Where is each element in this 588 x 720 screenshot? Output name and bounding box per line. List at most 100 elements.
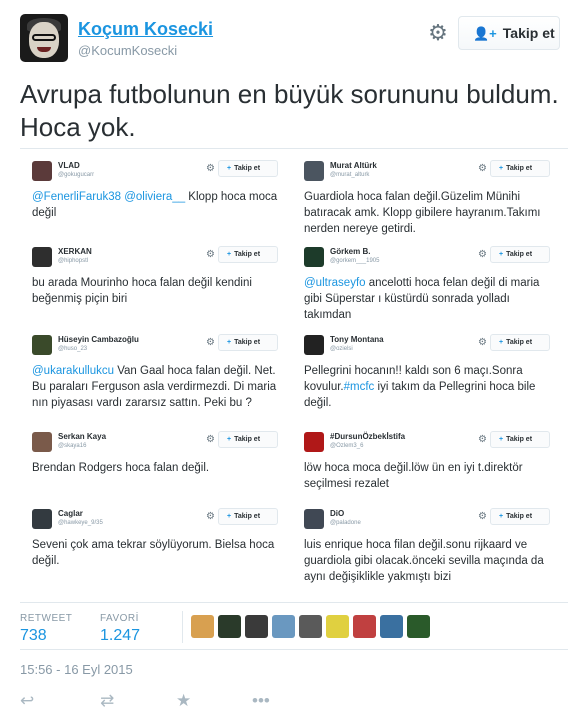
embedded-screen-name[interactable]: @paladone <box>330 520 361 526</box>
embedded-screen-name[interactable]: @gokugucarr <box>58 172 94 178</box>
embedded-avatar[interactable] <box>32 509 52 529</box>
tweet-header: Koçum Kosecki @KocumKosecki ⚙ 👤+ Takip et <box>20 14 568 66</box>
gear-icon[interactable]: ⚙ <box>478 337 487 348</box>
embedded-tweets-image[interactable]: VLAD @gokugucarr ⚙ + Takip et @FenerliFaruk38… <box>20 148 568 594</box>
embedded-name[interactable]: Tony Montana <box>330 335 384 344</box>
gear-icon[interactable]: ⚙ <box>478 511 487 522</box>
embedded-follow-button[interactable]: + Takip et <box>490 508 550 525</box>
follow-button-label: Takip et <box>502 25 555 41</box>
embedded-tweet[interactable]: XERKAN @hiphopstl ⚙ + Takip et bu arada Mouri… <box>20 246 282 329</box>
embedded-tweet[interactable]: Caglar @hawkeye_9/35 ⚙ + Takip et Seveni çok … <box>20 508 282 591</box>
embedded-follow-label: Takip et <box>234 513 261 520</box>
embedded-screen-name[interactable]: @ozielsi <box>330 346 353 352</box>
embedded-avatar[interactable] <box>304 161 324 181</box>
embedded-tweet[interactable]: Murat Altürk @murat_alturk ⚙ + Takip et Guard… <box>292 160 554 243</box>
embedded-tweet-body: löw hoca moca değil.löw ün en iyi t.dire… <box>304 462 523 490</box>
user-screen-name[interactable]: @KocumKosecki <box>78 43 177 58</box>
embedded-name[interactable]: Hüseyin Cambazoğlu <box>58 335 139 344</box>
embedded-name[interactable]: Serkan Kaya <box>58 432 106 441</box>
embedded-tweet[interactable]: Tony Montana @ozielsi ⚙ + Takip et Pellegrini… <box>292 334 554 417</box>
embedded-tweet[interactable]: #DursunÖzbekİstifa @Ozlem3_6 ⚙ + Takip et löw… <box>292 431 554 514</box>
embedded-follow-button[interactable]: + Takip et <box>218 508 278 525</box>
mention-link[interactable]: @FenerliFaruk38 @oliviera__ <box>32 191 185 203</box>
embedded-screen-name[interactable]: @hawkeye_9/35 <box>58 520 103 526</box>
embedded-follow-button[interactable]: + Takip et <box>218 431 278 448</box>
user-display-name[interactable]: Koçum Kosecki <box>78 19 213 40</box>
embedded-follow-button[interactable]: + Takip et <box>218 246 278 263</box>
embedded-avatar[interactable] <box>32 247 52 267</box>
embedded-avatar[interactable] <box>32 432 52 452</box>
stats-divider <box>182 611 183 643</box>
embedded-follow-button[interactable]: + Takip et <box>490 334 550 351</box>
favoriter-avatar[interactable] <box>326 615 349 638</box>
embedded-tweet[interactable]: DiO @paladone ⚙ + Takip et luis enrique hoca … <box>292 508 554 591</box>
reply-icon[interactable]: ↩ <box>20 690 34 712</box>
favoriter-avatar[interactable] <box>191 615 214 638</box>
follow-button[interactable]: 👤+ Takip et <box>458 16 560 50</box>
embedded-tweet[interactable]: VLAD @gokugucarr ⚙ + Takip et @FenerliFaruk38… <box>20 160 282 243</box>
favoriter-avatar[interactable] <box>218 615 241 638</box>
embedded-name[interactable]: #DursunÖzbekİstifa <box>330 432 405 441</box>
embedded-name[interactable]: Caglar <box>58 509 83 518</box>
embedded-name[interactable]: Görkem B. <box>330 247 370 256</box>
embedded-tweet[interactable]: Hüseyin Cambazoğlu @huso_23 ⚙ + Takip et @uka… <box>20 334 282 417</box>
embedded-avatar[interactable] <box>32 161 52 181</box>
embedded-follow-button[interactable]: + Takip et <box>490 431 550 448</box>
embedded-follow-button[interactable]: + Takip et <box>490 246 550 263</box>
embedded-avatar[interactable] <box>304 247 324 267</box>
embedded-follow-button[interactable]: + Takip et <box>218 334 278 351</box>
gear-icon[interactable]: ⚙ <box>427 22 449 44</box>
favoriter-avatar[interactable] <box>407 615 430 638</box>
embedded-name[interactable]: Murat Altürk <box>330 161 377 170</box>
embedded-avatar[interactable] <box>304 432 324 452</box>
embedded-screen-name[interactable]: @hiphopstl <box>58 258 88 264</box>
embedded-name[interactable]: VLAD <box>58 161 80 170</box>
embedded-tweet-text: Guardiola hoca falan değil.Güzelim Münih… <box>304 189 550 237</box>
mention-link[interactable]: @ukarakullukcu <box>32 365 114 377</box>
add-user-icon: + <box>499 251 504 258</box>
embedded-name[interactable]: XERKAN <box>58 247 92 256</box>
gear-icon[interactable]: ⚙ <box>206 511 215 522</box>
embedded-tweet[interactable]: Görkem B. @gorkem___1905 ⚙ + Takip et @ultras… <box>292 246 554 329</box>
embedded-tweet[interactable]: Serkan Kaya @skaya16 ⚙ + Takip et Brendan Rod… <box>20 431 282 514</box>
gear-icon[interactable]: ⚙ <box>478 163 487 174</box>
favoriter-avatar[interactable] <box>272 615 295 638</box>
embedded-name[interactable]: DiO <box>330 509 344 518</box>
embedded-screen-name[interactable]: @Ozlem3_6 <box>330 443 363 449</box>
embedded-avatar[interactable] <box>32 335 52 355</box>
favoriter-avatar[interactable] <box>353 615 376 638</box>
embedded-follow-button[interactable]: + Takip et <box>490 160 550 177</box>
avatar-glasses <box>32 34 56 41</box>
favoriter-avatar[interactable] <box>380 615 403 638</box>
embedded-screen-name[interactable]: @huso_23 <box>58 346 87 352</box>
gear-icon[interactable]: ⚙ <box>478 434 487 445</box>
retweet-icon[interactable]: ⇄ <box>100 690 114 712</box>
embedded-screen-name[interactable]: @gorkem___1905 <box>330 258 379 264</box>
gear-icon[interactable]: ⚙ <box>206 434 215 445</box>
gear-icon[interactable]: ⚙ <box>478 249 487 260</box>
embedded-tweet-body: Guardiola hoca falan değil.Güzelim Münih… <box>304 191 541 235</box>
user-avatar[interactable] <box>20 14 68 62</box>
embedded-screen-name[interactable]: @skaya16 <box>58 443 86 449</box>
embedded-avatar[interactable] <box>304 509 324 529</box>
favoriter-avatar[interactable] <box>245 615 268 638</box>
tweet-stats: RETWEET 738 FAVORİ 1.247 <box>20 602 568 650</box>
hashtag-link[interactable]: #mcfc <box>344 381 375 393</box>
favorite-label: FAVORİ <box>100 613 139 624</box>
add-user-icon: + <box>227 251 232 258</box>
gear-icon[interactable]: ⚙ <box>206 249 215 260</box>
favoriter-avatar[interactable] <box>299 615 322 638</box>
more-icon[interactable]: ••• <box>252 690 270 712</box>
favorite-count[interactable]: 1.247 <box>100 627 140 645</box>
gear-icon[interactable]: ⚙ <box>206 163 215 174</box>
star-icon[interactable]: ★ <box>176 690 191 712</box>
embedded-tweet-text: luis enrique hoca filan değil.sonu rijka… <box>304 537 550 585</box>
embedded-tweet-body: bu arada Mourinho hoca falan değil kendi… <box>32 277 252 305</box>
gear-icon[interactable]: ⚙ <box>206 337 215 348</box>
embedded-screen-name[interactable]: @murat_alturk <box>330 172 369 178</box>
tweet-timestamp[interactable]: 15:56 - 16 Eyl 2015 <box>20 662 133 677</box>
embedded-follow-button[interactable]: + Takip et <box>218 160 278 177</box>
embedded-avatar[interactable] <box>304 335 324 355</box>
retweet-count[interactable]: 738 <box>20 627 47 645</box>
mention-link[interactable]: @ultraseyfo <box>304 277 366 289</box>
